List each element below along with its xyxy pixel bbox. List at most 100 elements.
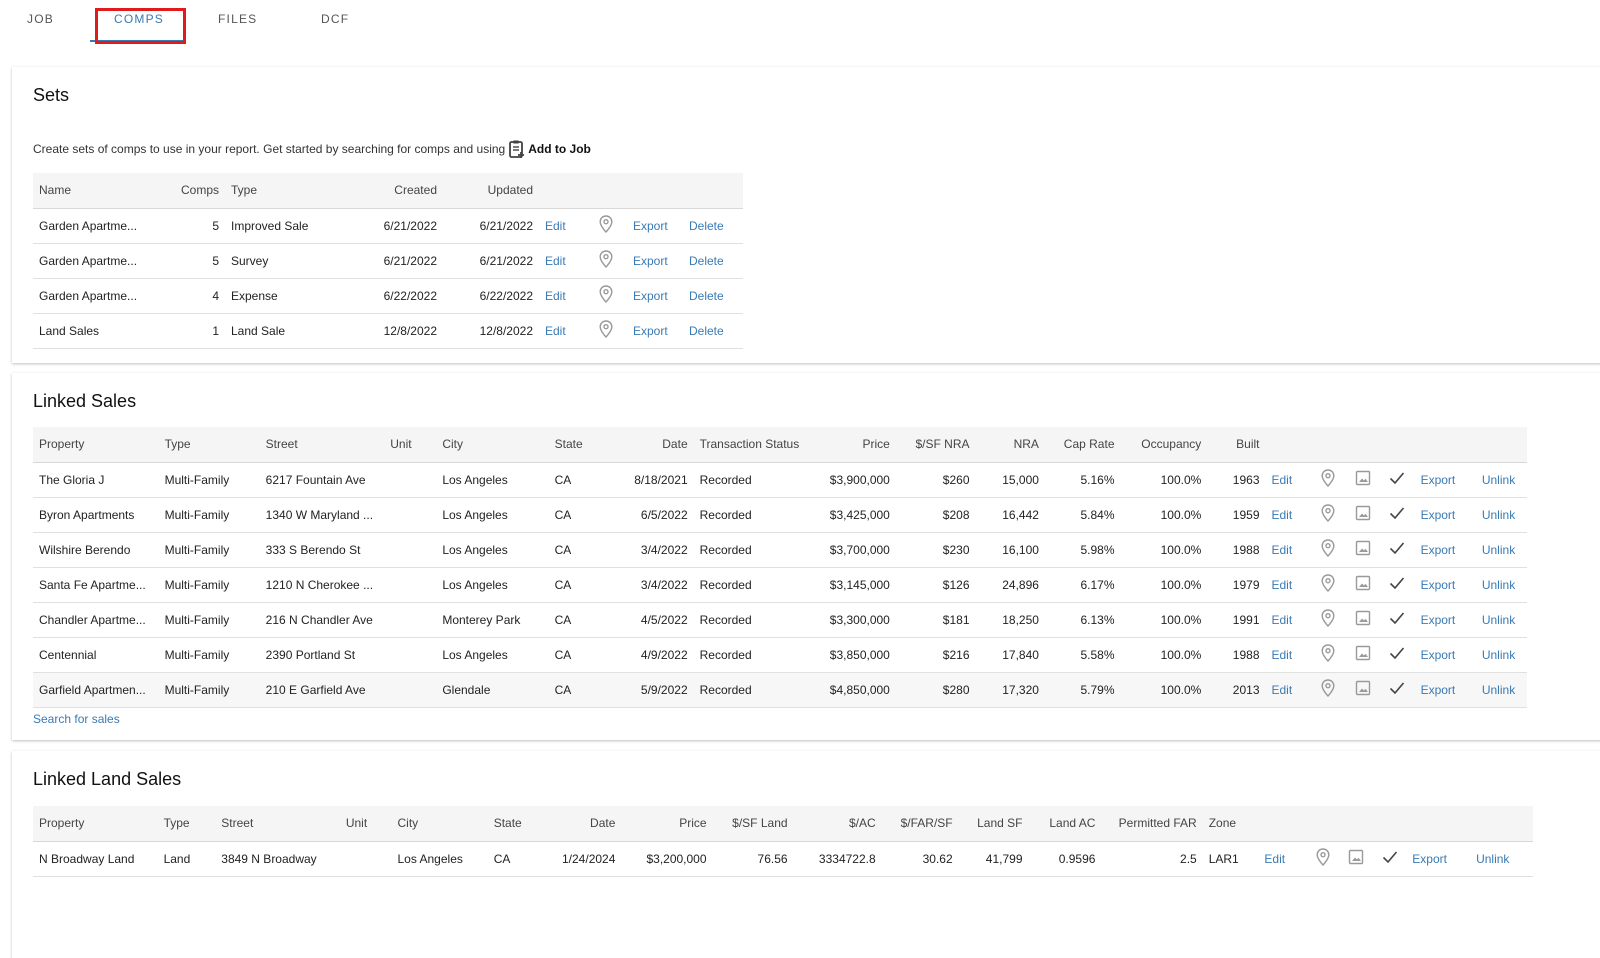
col-built[interactable]: Built	[1207, 427, 1266, 463]
tab-files[interactable]: FILES	[218, 12, 257, 26]
edit-link[interactable]: Edit	[539, 243, 585, 279]
edit-link[interactable]: Edit	[1265, 602, 1311, 638]
col-price[interactable]: Price	[822, 427, 896, 463]
map-pin-icon-cell[interactable]	[585, 208, 627, 244]
check-icon-cell[interactable]	[1379, 462, 1415, 498]
image-icon[interactable]	[1355, 540, 1371, 559]
unlink-link[interactable]: Unlink	[1470, 841, 1533, 877]
col-state[interactable]: State	[487, 806, 549, 842]
image-icon[interactable]	[1355, 505, 1371, 524]
col-date[interactable]: Date	[609, 427, 694, 463]
export-link[interactable]: Export	[627, 278, 683, 314]
image-icon[interactable]	[1348, 849, 1364, 868]
unlink-link[interactable]: Unlink	[1475, 497, 1527, 533]
export-link[interactable]: Export	[627, 243, 683, 279]
map-pin-icon[interactable]	[599, 215, 613, 236]
table-row[interactable]: Wilshire Berendo Multi-Family 333 S Berend…	[33, 532, 1527, 568]
image-icon-cell[interactable]	[1345, 637, 1380, 673]
table-row[interactable]: Chandler Apartme... Multi-Family 216 N Cha…	[33, 602, 1527, 638]
map-pin-icon[interactable]	[599, 320, 613, 341]
table-row[interactable]: N Broadway Land Land 3849 N Broadway Los An…	[33, 841, 1533, 877]
export-link[interactable]: Export	[1414, 497, 1476, 533]
table-row[interactable]: Centennial Multi-Family 2390 Portland St Lo…	[33, 637, 1527, 673]
check-icon-cell[interactable]	[1379, 672, 1415, 708]
col-land-sf[interactable]: Land SF	[958, 806, 1029, 842]
export-link[interactable]: Export	[627, 313, 683, 349]
image-icon[interactable]	[1355, 470, 1371, 489]
col-psf-nra[interactable]: $/SF NRA	[895, 427, 976, 463]
check-icon-cell[interactable]	[1372, 841, 1407, 877]
image-icon-cell[interactable]	[1345, 532, 1380, 568]
col-state[interactable]: State	[548, 427, 610, 463]
col-land-ac[interactable]: Land AC	[1028, 806, 1102, 842]
map-pin-icon-cell[interactable]	[1310, 637, 1346, 673]
export-link[interactable]: Export	[1414, 637, 1476, 673]
map-pin-icon-cell[interactable]	[585, 278, 627, 314]
check-icon[interactable]	[1389, 506, 1405, 523]
table-row[interactable]: Garden Apartme... 4 Expense 6/22/2022 6/22/2…	[33, 278, 743, 314]
tab-dcf[interactable]: DCF	[321, 12, 349, 26]
check-icon-cell[interactable]	[1379, 497, 1415, 533]
col-cap-rate[interactable]: Cap Rate	[1044, 427, 1121, 463]
export-link[interactable]: Export	[627, 208, 683, 244]
check-icon-cell[interactable]	[1379, 637, 1415, 673]
edit-link[interactable]: Edit	[1265, 462, 1311, 498]
delete-link[interactable]: Delete	[683, 243, 743, 279]
col-psf-land[interactable]: $/SF Land	[712, 806, 794, 842]
delete-link[interactable]: Delete	[683, 278, 743, 314]
unlink-link[interactable]: Unlink	[1475, 672, 1527, 708]
unlink-link[interactable]: Unlink	[1475, 532, 1527, 568]
export-link[interactable]: Export	[1414, 672, 1476, 708]
check-icon-cell[interactable]	[1379, 602, 1415, 638]
col-updated[interactable]: Updated	[443, 173, 539, 209]
check-icon-cell[interactable]	[1379, 567, 1415, 603]
export-link[interactable]: Export	[1414, 602, 1476, 638]
image-icon[interactable]	[1355, 575, 1371, 594]
export-link[interactable]: Export	[1414, 567, 1476, 603]
edit-link[interactable]: Edit	[539, 313, 585, 349]
edit-link[interactable]: Edit	[539, 208, 585, 244]
edit-link[interactable]: Edit	[1265, 672, 1311, 708]
table-row[interactable]: Santa Fe Apartme... Multi-Family 1210 N Ch…	[33, 567, 1527, 603]
edit-link[interactable]: Edit	[1265, 567, 1311, 603]
col-date[interactable]: Date	[548, 806, 622, 842]
col-price[interactable]: Price	[621, 806, 713, 842]
map-pin-icon-cell[interactable]	[1310, 672, 1346, 708]
image-icon-cell[interactable]	[1345, 567, 1380, 603]
map-pin-icon[interactable]	[1321, 469, 1335, 490]
map-pin-icon-cell[interactable]	[1310, 497, 1346, 533]
map-pin-icon-cell[interactable]	[1310, 532, 1346, 568]
col-property[interactable]: Property	[33, 806, 158, 842]
map-pin-icon[interactable]	[599, 285, 613, 306]
export-link[interactable]: Export	[1414, 462, 1476, 498]
col-name[interactable]: Name	[33, 173, 165, 209]
check-icon[interactable]	[1389, 576, 1405, 593]
col-created[interactable]: Created	[355, 173, 443, 209]
map-pin-icon-cell[interactable]	[1310, 462, 1346, 498]
map-pin-icon-cell[interactable]	[1310, 567, 1346, 603]
col-street[interactable]: Street	[215, 806, 340, 842]
map-pin-icon[interactable]	[1321, 504, 1335, 525]
col-zone[interactable]: Zone	[1202, 806, 1259, 842]
check-icon[interactable]	[1389, 471, 1405, 488]
col-type[interactable]: Type	[157, 806, 216, 842]
edit-link[interactable]: Edit	[1265, 532, 1311, 568]
col-city[interactable]: City	[436, 427, 549, 463]
image-icon[interactable]	[1355, 680, 1371, 699]
map-pin-icon[interactable]	[1321, 609, 1335, 630]
image-icon[interactable]	[1355, 645, 1371, 664]
table-row[interactable]: Garden Apartme... 5 Improved Sale 6/21/2022…	[33, 208, 743, 244]
col-type[interactable]: Type	[225, 173, 355, 209]
delete-link[interactable]: Delete	[683, 208, 743, 244]
map-pin-icon[interactable]	[1321, 679, 1335, 700]
col-per-far-sf[interactable]: $/FAR/SF	[881, 806, 959, 842]
col-property[interactable]: Property	[33, 427, 159, 463]
col-city[interactable]: City	[391, 806, 488, 842]
map-pin-icon-cell[interactable]	[1310, 602, 1346, 638]
image-icon-cell[interactable]	[1345, 672, 1380, 708]
col-nra[interactable]: NRA	[975, 427, 1045, 463]
table-row[interactable]: The Gloria J Multi-Family 6217 Fountain Av…	[33, 462, 1527, 498]
col-status[interactable]: Transaction Status	[693, 427, 823, 463]
map-pin-icon[interactable]	[1321, 574, 1335, 595]
image-icon-cell[interactable]	[1345, 462, 1380, 498]
